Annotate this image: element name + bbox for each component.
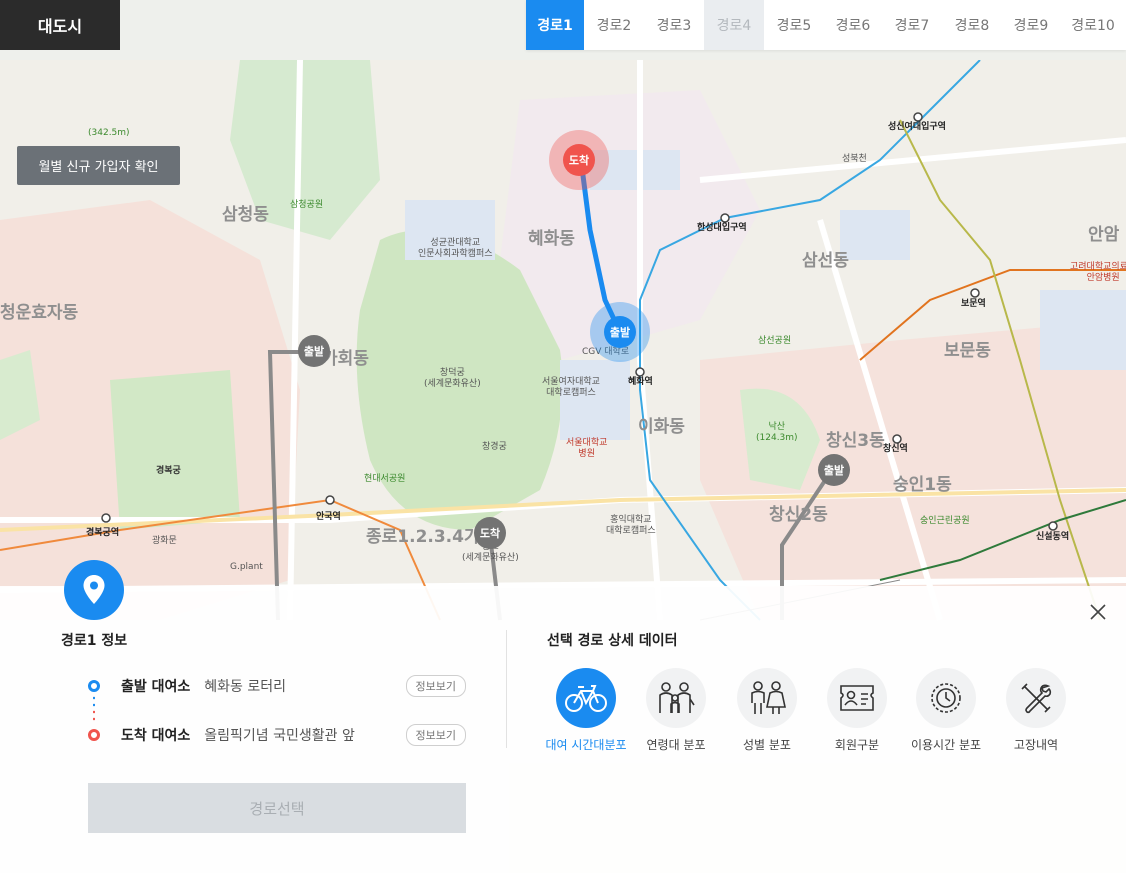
station-hansung-univ: 한성대입구역 — [697, 223, 747, 233]
end-place-name: 올림픽기념 국민생활관 앞 — [204, 728, 355, 744]
tab-route-3[interactable]: 경로3 — [644, 0, 704, 50]
station-sungsin-univ: 성신여대입구역 — [888, 122, 946, 132]
depart-marker[interactable]: 출발 — [604, 316, 636, 348]
label-hyundai-park: 현대서공원 — [364, 474, 406, 484]
detail-age[interactable]: 연령대 분포 — [631, 668, 721, 753]
label-gplant: G.plant — [230, 562, 263, 572]
end-dot-icon — [88, 729, 100, 741]
area-samcheong-dong: 삼청동 — [222, 205, 269, 225]
label-peak: (342.5m) — [88, 128, 130, 138]
tab-route-5[interactable]: 경로5 — [764, 0, 824, 50]
detail-gender[interactable]: 성별 분포 — [722, 668, 812, 753]
detail-data-title: 선택 경로 상세 데이터 — [547, 633, 678, 649]
wrench-icon — [1006, 668, 1066, 728]
tab-route-6[interactable]: 경로6 — [824, 0, 882, 50]
tab-route-1[interactable]: 경로1 — [526, 0, 584, 50]
detail-breakdown[interactable]: 고장내역 — [991, 668, 1081, 753]
detail-member-type-label: 회원구분 — [834, 738, 880, 752]
member-card-icon — [827, 668, 887, 728]
route-depart-marker-2[interactable]: 출발 — [298, 335, 330, 367]
route-arrive-marker-2[interactable]: 도착 — [474, 517, 506, 549]
route-select-button[interactable]: 경로선택 — [88, 783, 466, 833]
tab-route-8[interactable]: 경로8 — [942, 0, 1002, 50]
detail-gender-label: 성별 분포 — [743, 738, 791, 752]
tab-route-4: 경로4 — [704, 0, 764, 50]
area-bomun-dong: 보문동 — [944, 341, 991, 361]
label-samcheong-park: 삼청공원 — [290, 200, 324, 210]
label-naksan: 낙산 (124.3m) — [756, 422, 798, 443]
station-changsin: 창신역 — [883, 444, 908, 454]
end-kind-label: 도착 대여소 — [121, 728, 191, 744]
area-cheongunhyoja-dong: 청운효자동 — [0, 303, 79, 323]
station-anguk: 안국역 — [316, 512, 341, 522]
start-station-row: 출발 대여소 혜화동 로터리 정보보기 — [88, 675, 466, 697]
detail-age-label: 연령대 분포 — [646, 738, 706, 752]
area-changsin3-dong: 창신3동 — [826, 431, 885, 451]
route-info-title: 경로1 정보 — [61, 633, 128, 649]
stopwatch-icon — [916, 668, 976, 728]
area-sungin1-dong: 숭인1동 — [893, 475, 952, 495]
tab-route-2[interactable]: 경로2 — [584, 0, 644, 50]
detail-rental-time-label: 대여 시간대분포 — [545, 738, 627, 752]
area-hyehwa-dong: 혜화동 — [528, 229, 575, 249]
start-kind-label: 출발 대여소 — [121, 679, 191, 695]
detail-usage-time[interactable]: 이용시간 분포 — [901, 668, 991, 753]
label-hongik-daehakro: 홍익대학교 대학로캠퍼스 — [606, 515, 656, 536]
station-sinseoldong: 신설동역 — [1036, 532, 1070, 542]
close-icon[interactable] — [1088, 602, 1108, 622]
arrive-marker[interactable]: 도착 — [563, 144, 595, 176]
label-changgyeonggung: 창경궁 — [482, 442, 507, 452]
start-place-name: 혜화동 로터리 — [204, 679, 287, 695]
label-samseon-park: 삼선공원 — [758, 336, 792, 346]
route-info-panel: 경로1 정보 출발 대여소 혜화동 로터리 정보보기 도착 대여소 올림픽기념 … — [0, 560, 1126, 873]
label-korea-univ-hospital: 고려대학교의료원 안암병원 — [1070, 262, 1126, 283]
station-hyehwa: 혜화역 — [628, 377, 653, 387]
area-changsin2-dong: 창신2동 — [769, 505, 828, 525]
label-sungin-park: 숭인근린공원 — [920, 516, 970, 526]
label-sungkyunkwan: 성균관대학교 인문사회과학캠퍼스 — [418, 238, 493, 259]
top-bar: 대도시 경로1 경로2 경로3 경로4 경로5 경로6 경로7 경로8 경로9 … — [0, 0, 1126, 60]
end-info-button[interactable]: 정보보기 — [405, 724, 466, 746]
route-connector — [93, 696, 95, 721]
area-ihwa-dong: 이화동 — [638, 417, 685, 437]
route-tabs: 경로1 경로2 경로3 경로4 경로5 경로6 경로7 경로8 경로9 경로10 — [526, 0, 1126, 50]
area-samseon-dong: 삼선동 — [802, 251, 849, 271]
station-gyeongbokgung: 경복궁역 — [86, 528, 120, 538]
label-seongbuk-cheon: 성북천 — [842, 154, 867, 164]
monthly-new-members-button[interactable]: 월별 신규 가입자 확인 — [17, 146, 180, 185]
detail-usage-time-label: 이용시간 분포 — [910, 738, 982, 752]
label-changdeokgung: 창덕궁 (세계문화유산) — [424, 368, 481, 389]
tab-route-10[interactable]: 경로10 — [1060, 0, 1126, 50]
detail-member-type[interactable]: 회원구분 — [812, 668, 902, 753]
label-gyeongbokgung: 경복궁 — [156, 466, 181, 476]
area-anam: 안암 — [1088, 225, 1120, 245]
panel-divider — [506, 630, 507, 748]
label-seoul-univ-hospital: 서울대학교 병원 — [566, 438, 608, 459]
route-depart-marker-3[interactable]: 출발 — [818, 454, 850, 486]
tab-route-7[interactable]: 경로7 — [882, 0, 942, 50]
detail-breakdown-label: 고장내역 — [1013, 738, 1059, 752]
label-gwanghwamun: 광화문 — [152, 536, 177, 546]
location-pin-badge — [64, 560, 124, 620]
detail-rental-time[interactable]: 대여 시간대분포 — [541, 668, 631, 753]
tab-route-9[interactable]: 경로9 — [1002, 0, 1060, 50]
start-info-button[interactable]: 정보보기 — [405, 675, 466, 697]
end-station-row: 도착 대여소 올림픽기념 국민생활관 앞 정보보기 — [88, 724, 466, 746]
station-bomun: 보문역 — [961, 299, 986, 309]
label-seoul-womens-univ: 서울여자대학교 대학로캠퍼스 — [542, 377, 600, 398]
family-icon — [646, 668, 706, 728]
gender-icon — [737, 668, 797, 728]
start-dot-icon — [88, 680, 100, 692]
location-pin-icon — [83, 575, 105, 604]
bicycle-icon — [556, 668, 616, 728]
city-label[interactable]: 대도시 — [0, 0, 120, 50]
